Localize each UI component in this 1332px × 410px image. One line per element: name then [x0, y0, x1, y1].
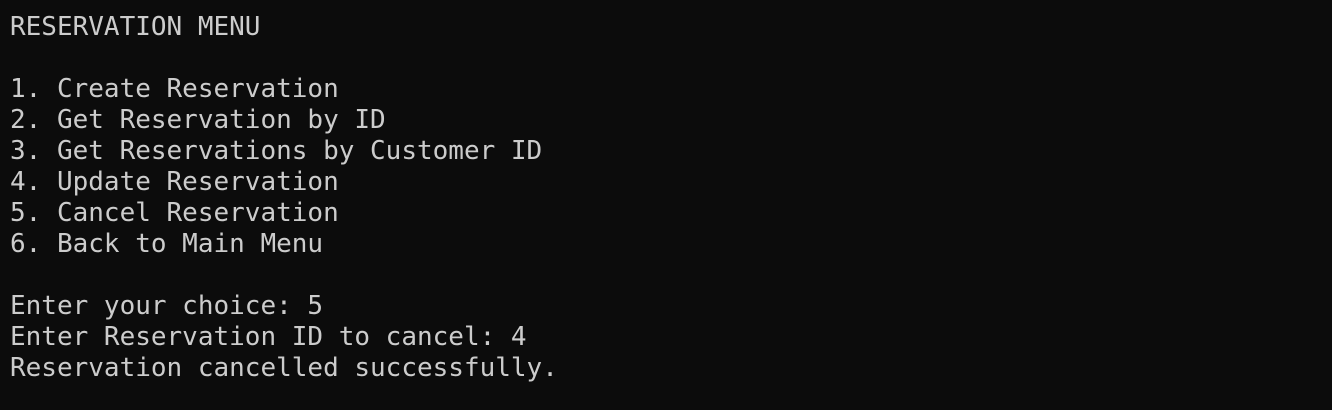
- choice-input-value[interactable]: 5: [307, 291, 323, 321]
- menu-item-get-by-customer: 3. Get Reservations by Customer ID: [10, 136, 543, 166]
- menu-title: RESERVATION MENU: [10, 12, 261, 42]
- reservation-id-prompt-row: Enter Reservation ID to cancel: 4: [10, 322, 1332, 353]
- choice-prompt-label: Enter your choice:: [10, 291, 308, 321]
- reservation-id-prompt-label: Enter Reservation ID to cancel:: [10, 322, 511, 352]
- menu-item-update: 4. Update Reservation: [10, 167, 339, 197]
- reservation-id-input-value[interactable]: 4: [511, 322, 527, 352]
- menu-item-back: 6. Back to Main Menu: [10, 229, 324, 259]
- result-message: Reservation cancelled successfully.: [10, 353, 558, 383]
- menu-item-cancel: 5. Cancel Reservation: [10, 198, 339, 228]
- menu-item-create: 1. Create Reservation: [10, 74, 339, 104]
- choice-prompt-row: Enter your choice: 5: [10, 291, 1332, 322]
- menu-item-get-by-id: 2. Get Reservation by ID: [10, 105, 386, 135]
- terminal-window[interactable]: RESERVATION MENU 1. Create Reservation 2…: [0, 0, 1332, 410]
